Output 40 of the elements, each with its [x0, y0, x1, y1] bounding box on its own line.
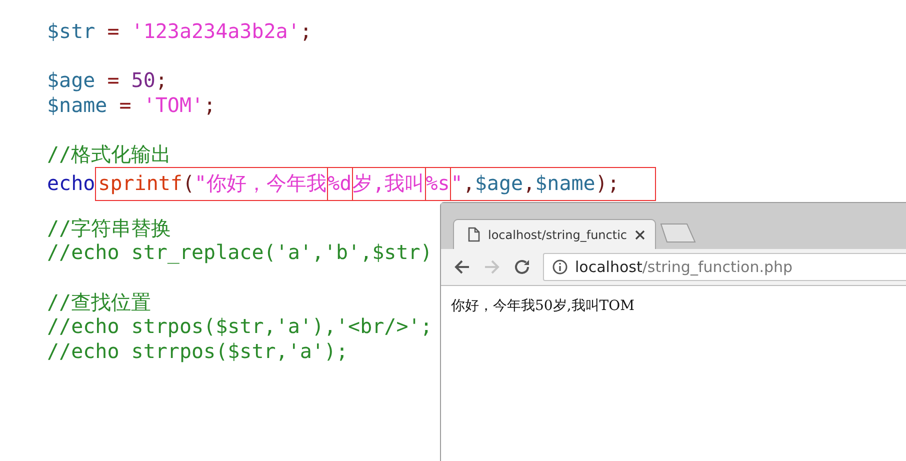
code-operator: =	[106, 68, 120, 92]
code-punctuation: ;	[300, 19, 312, 43]
code-string: '123a234a3b2a'	[131, 19, 300, 43]
code-punctuation: (	[182, 170, 195, 195]
code-operator: =	[118, 92, 132, 117]
address-bar[interactable]: localhost/string_function.php	[543, 253, 906, 281]
code-variable: $str	[47, 19, 96, 43]
code-string: "你好，今年我	[194, 170, 327, 195]
code-punctuation: ,	[523, 170, 536, 195]
browser-tab[interactable]: localhost/string_functic	[453, 219, 656, 249]
code-comment: //格式化输出	[47, 142, 172, 166]
code-comment: //字符串替换	[47, 216, 172, 240]
code-variable: $name	[47, 92, 108, 117]
code-comment: //echo str_replace('a','b',$str)	[47, 240, 432, 264]
code-string: 岁,我叫	[352, 170, 425, 195]
page-text: 你好，今年我50岁,我叫TOM	[451, 298, 634, 314]
code-punctuation: ;	[155, 68, 168, 92]
code-punctuation: );	[595, 170, 620, 195]
code-punctuation: ;	[204, 92, 216, 117]
highlight-frame: %s	[424, 166, 451, 201]
code-function: sprintf	[98, 170, 182, 195]
code-variable: $name	[535, 170, 596, 195]
page-icon	[468, 227, 480, 242]
code-operator: =	[106, 19, 120, 43]
code-string: 'TOM'	[143, 92, 204, 117]
code-punctuation: ,	[462, 170, 475, 195]
code-string: "	[450, 170, 463, 195]
reload-button[interactable]	[513, 258, 531, 276]
close-icon[interactable]	[635, 230, 646, 240]
code-variable: $age	[47, 68, 96, 92]
url-text: localhost/string_function.php	[575, 258, 793, 276]
code-comment: //echo strpos($str,'a'),'<br/>';	[47, 314, 432, 338]
code-comment: //查找位置	[47, 290, 152, 314]
back-button[interactable]	[453, 258, 471, 276]
code-variable: $age	[474, 170, 524, 195]
code-keyword: echo	[47, 170, 96, 195]
info-icon	[552, 259, 568, 275]
highlight-frame: %d	[326, 166, 353, 201]
code-number: 50	[131, 68, 156, 92]
code-comment: //echo strrpos($str,'a');	[47, 338, 348, 363]
